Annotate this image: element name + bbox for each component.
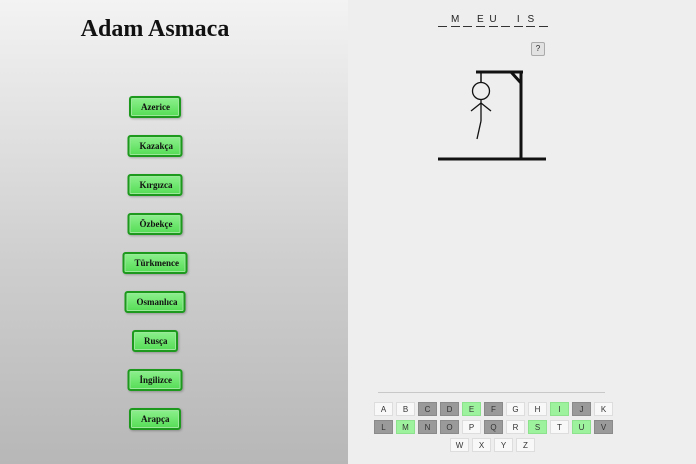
letter-key[interactable]: H — [528, 402, 547, 416]
letter-slot — [539, 14, 548, 27]
letter-key[interactable]: O — [440, 420, 459, 434]
language-panel: Adam Asmaca Azerice Kazakça Kırgızca Özbekç… — [0, 0, 348, 464]
language-button[interactable]: Azerice — [129, 96, 181, 118]
language-button[interactable]: Özbekçe — [127, 213, 183, 235]
word-display: M EU IS — [438, 14, 548, 27]
game-panel: MEUIS ? ABCDEFGHIJKLMNOPQRSTUVWXYZ — [348, 0, 696, 464]
letter-key[interactable]: V — [594, 420, 613, 434]
letter-key[interactable]: P — [462, 420, 481, 434]
hangman-drawing — [438, 70, 546, 161]
letter-slot: I — [513, 14, 523, 27]
language-button[interactable]: Kazakça — [127, 135, 183, 157]
letter-key[interactable]: R — [506, 420, 525, 434]
hangman-left-arm — [470, 102, 482, 112]
language-button[interactable]: Arapça — [129, 408, 181, 430]
letter-slot: S — [526, 14, 536, 27]
letter-slot — [501, 14, 511, 27]
letter-key[interactable]: T — [550, 420, 569, 434]
help-button[interactable]: ? — [531, 42, 545, 56]
letter-key[interactable]: B — [396, 402, 415, 416]
letter-key[interactable]: L — [374, 420, 393, 434]
letter-slot: M — [450, 14, 460, 27]
hangman-left-leg — [476, 120, 482, 140]
letter-key[interactable]: Z — [516, 438, 535, 452]
letter-key[interactable]: J — [572, 402, 591, 416]
letter-key[interactable]: X — [472, 438, 491, 452]
hangman-right-arm — [480, 102, 492, 112]
language-button[interactable]: Kırgızca — [127, 174, 183, 196]
language-button[interactable]: İngilizce — [127, 369, 183, 391]
letter-key[interactable]: Q — [484, 420, 503, 434]
letter-key[interactable]: W — [450, 438, 469, 452]
letter-slot — [463, 14, 473, 27]
language-button[interactable]: Türkmence — [122, 252, 188, 274]
letter-slot — [438, 14, 447, 27]
letter-key[interactable]: U — [572, 420, 591, 434]
language-button[interactable]: Rusça — [132, 330, 178, 352]
letter-key[interactable]: E — [462, 402, 481, 416]
letter-key[interactable]: N — [418, 420, 437, 434]
letter-key[interactable]: C — [418, 402, 437, 416]
letter-key[interactable]: M — [396, 420, 415, 434]
letter-key[interactable]: K — [594, 402, 613, 416]
letter-key[interactable]: G — [506, 402, 525, 416]
letter-slot: U — [488, 14, 498, 27]
letter-key[interactable]: F — [484, 402, 503, 416]
letter-key[interactable]: S — [528, 420, 547, 434]
letter-key[interactable]: D — [440, 402, 459, 416]
letter-key[interactable]: A — [374, 402, 393, 416]
app-title: Adam Asmaca — [80, 16, 230, 42]
hangman-head — [471, 81, 491, 101]
keyboard-divider — [378, 392, 605, 393]
letter-key[interactable]: I — [550, 402, 569, 416]
letter-key[interactable]: Y — [494, 438, 513, 452]
language-button[interactable]: Osmanlıca — [124, 291, 186, 313]
letter-slot: E — [475, 14, 485, 27]
